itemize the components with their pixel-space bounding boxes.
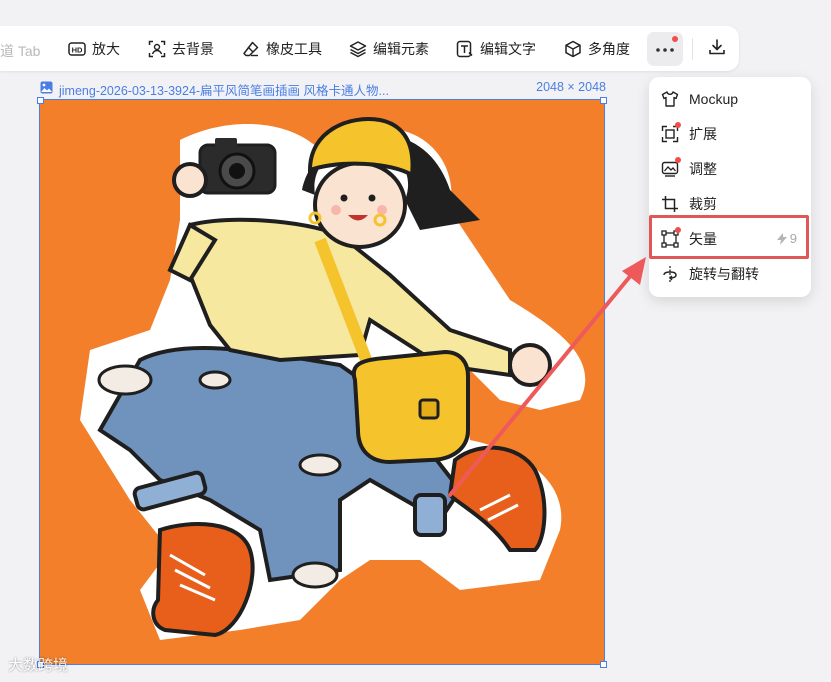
lightning-icon: [776, 232, 787, 245]
edit-elements-button[interactable]: 编辑元素: [349, 33, 429, 64]
remove-background-button[interactable]: 去背景: [148, 33, 214, 64]
crop-icon: [661, 195, 679, 213]
menu-item-vector[interactable]: 矢量 9: [649, 222, 811, 256]
notification-dot: [672, 36, 678, 42]
resize-handle-top-right[interactable]: [600, 97, 607, 104]
cube-icon: [564, 40, 582, 58]
eraser-tool-button[interactable]: 橡皮工具: [242, 33, 322, 64]
upscale-button[interactable]: HD 放大: [68, 33, 120, 64]
resize-handle-bottom-right[interactable]: [600, 661, 607, 668]
menu-item-adjust[interactable]: 调整: [649, 152, 811, 186]
new-badge-dot: [675, 157, 681, 163]
tab-hint: 道 Tab: [0, 43, 41, 59]
menu-item-label: 调整: [689, 161, 717, 177]
menu-item-label: 旋转与翻转: [689, 266, 759, 282]
remove-bg-icon: [148, 40, 166, 58]
menu-item-label: Mockup: [689, 91, 739, 107]
adjust-icon: [661, 157, 681, 178]
multi-angle-button[interactable]: 多角度: [564, 33, 630, 64]
new-badge-dot: [675, 227, 681, 233]
layers-icon: [349, 40, 367, 58]
eraser-tool-label: 橡皮工具: [266, 40, 322, 57]
image-dimensions: 2048 × 2048: [536, 80, 606, 94]
menu-item-label: 矢量: [689, 231, 717, 247]
credit-cost-value: 9: [789, 231, 797, 246]
image-filename[interactable]: jimeng-2026-03-13-3924-扁平风简笔画插画 风格卡通人物..…: [59, 80, 389, 99]
more-options-menu: Mockup 扩展 调整 裁剪 矢量 9 旋转与翻转: [649, 77, 811, 297]
menu-item-rotate-flip[interactable]: 旋转与翻转: [649, 257, 811, 291]
vector-icon: [661, 227, 681, 248]
multi-angle-label: 多角度: [588, 40, 630, 57]
more-options-button[interactable]: [647, 32, 683, 66]
menu-item-expand[interactable]: 扩展: [649, 117, 811, 151]
jumping-girl-illustration: [40, 100, 604, 664]
menu-item-crop[interactable]: 裁剪: [649, 187, 811, 221]
credit-cost: 9: [776, 231, 797, 246]
edit-text-label: 编辑文字: [480, 40, 536, 57]
menu-item-mockup[interactable]: Mockup: [649, 82, 811, 116]
new-badge-dot: [675, 122, 681, 128]
eraser-icon: [242, 40, 260, 58]
watermark: 大数跨境: [8, 657, 69, 674]
download-icon: [708, 38, 726, 61]
svg-text:HD: HD: [72, 45, 83, 54]
image-file-icon: [40, 81, 53, 94]
remove-background-label: 去背景: [172, 40, 214, 57]
top-toolbar: 道 Tab HD 放大 去背景 橡皮工具 编辑元素 编辑文字 多角度: [0, 26, 739, 71]
tshirt-icon: [661, 90, 679, 108]
download-button[interactable]: [703, 34, 731, 64]
image-canvas[interactable]: [39, 99, 605, 665]
rotate-flip-icon: [661, 265, 679, 283]
edit-text-button[interactable]: 编辑文字: [456, 33, 536, 64]
edit-text-icon: [456, 40, 474, 58]
upscale-label: 放大: [92, 40, 120, 57]
more-dots-icon: [655, 40, 675, 58]
hd-icon: HD: [68, 40, 86, 58]
image-info-bar: jimeng-2026-03-13-3924-扁平风简笔画插画 风格卡通人物..…: [40, 79, 606, 99]
toolbar-divider: [692, 38, 693, 60]
expand-icon: [661, 122, 681, 143]
edit-elements-label: 编辑元素: [373, 40, 429, 57]
resize-handle-top-left[interactable]: [37, 97, 44, 104]
menu-item-label: 裁剪: [689, 196, 717, 212]
menu-item-label: 扩展: [689, 126, 717, 142]
